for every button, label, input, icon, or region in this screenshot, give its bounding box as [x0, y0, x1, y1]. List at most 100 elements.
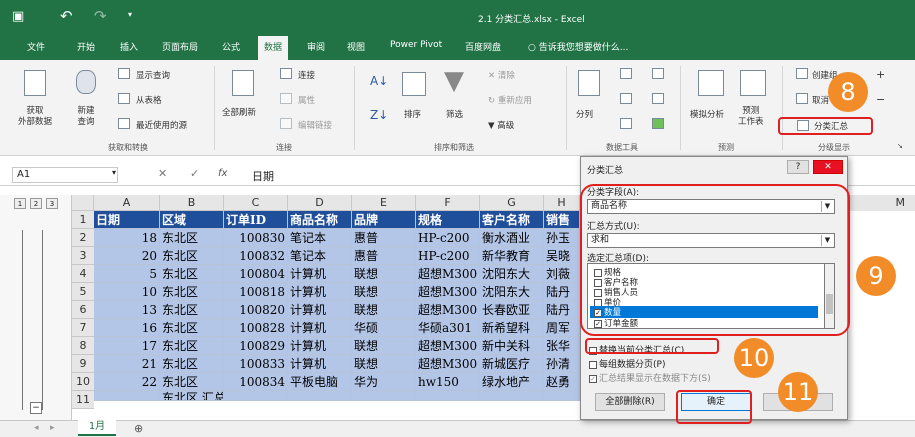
refresh-icon[interactable]	[232, 70, 254, 96]
table-cell[interactable]: 华为	[352, 373, 416, 391]
row-header[interactable]: 6	[72, 301, 94, 319]
table-cell[interactable]: 计算机	[288, 355, 352, 373]
tab-insert[interactable]: 插入	[120, 40, 138, 53]
table-cell[interactable]: 新城医疗	[480, 355, 544, 373]
table-cell[interactable]: 联想	[352, 265, 416, 283]
header-cell[interactable]: 日期	[94, 211, 160, 229]
table-cell[interactable]	[352, 391, 416, 401]
table-cell[interactable]	[288, 391, 352, 401]
flash-fill-icon[interactable]	[620, 68, 632, 79]
page-break-checkbox[interactable]: 每组数据分页(P)	[589, 357, 665, 370]
sort-button[interactable]: 排序	[404, 108, 421, 120]
what-if-analysis-button[interactable]: 模拟分析	[690, 108, 724, 120]
checkbox[interactable]	[589, 360, 597, 369]
table-cell[interactable]: 惠普	[352, 247, 416, 265]
table-cell[interactable]: 计算机	[288, 265, 352, 283]
row-header[interactable]: 2	[72, 229, 94, 247]
table-cell[interactable]: 18	[94, 229, 160, 247]
table-cell[interactable]	[544, 391, 580, 401]
remove-duplicates-icon[interactable]	[620, 93, 632, 104]
table-cell[interactable]: 联想	[352, 337, 416, 355]
summary-below-checkbox[interactable]: ✓ 汇总结果显示在数据下方(S)	[589, 371, 711, 384]
row-header[interactable]: 4	[72, 265, 94, 283]
table-cell[interactable]: 沈阳东大	[480, 283, 544, 301]
tab-formulas[interactable]: 公式	[222, 40, 240, 53]
column-header-b[interactable]: B	[160, 195, 224, 211]
header-cell[interactable]: 客户名称	[480, 211, 544, 229]
connections-button[interactable]: 连接	[298, 69, 315, 81]
get-external-data-icon[interactable]	[24, 70, 46, 96]
table-cell[interactable]: 超想M300	[416, 337, 480, 355]
database-icon[interactable]	[76, 70, 96, 94]
table-cell[interactable]: 计算机	[288, 337, 352, 355]
table-cell[interactable]: 100833	[224, 355, 288, 373]
show-queries-icon[interactable]	[118, 68, 130, 79]
row-header[interactable]: 7	[72, 319, 94, 337]
table-cell[interactable]: 20	[94, 247, 160, 265]
table-cell[interactable]: 东北区	[160, 283, 224, 301]
new-sheet-icon[interactable]: ⊕	[134, 422, 143, 435]
text-to-columns-icon[interactable]	[578, 70, 600, 96]
close-button[interactable]: ✕	[813, 160, 843, 174]
table-cell[interactable]: 东北区 汇总	[160, 391, 224, 401]
column-header-e[interactable]: E	[352, 195, 416, 211]
help-button[interactable]: ?	[787, 160, 809, 174]
table-cell[interactable]: 吴晓	[544, 247, 580, 265]
table-cell[interactable]: 绿水地产	[480, 373, 544, 391]
table-cell[interactable]: 新华教育	[480, 247, 544, 265]
table-cell[interactable]: 联想	[352, 355, 416, 373]
get-external-data-button[interactable]: 获取 外部数据	[10, 106, 60, 128]
table-cell[interactable]	[480, 391, 544, 401]
header-cell[interactable]: 规格	[416, 211, 480, 229]
table-cell[interactable]: 张华	[544, 337, 580, 355]
table-cell[interactable]: 东北区	[160, 301, 224, 319]
table-cell[interactable]: 笔记本	[288, 229, 352, 247]
table-cell[interactable]: 超想M300	[416, 265, 480, 283]
outline-level-1-button[interactable]: 1	[14, 198, 26, 209]
table-cell[interactable]: 赵勇	[544, 373, 580, 391]
enter-icon[interactable]: ✓	[190, 167, 199, 180]
table-cell[interactable]: 100829	[224, 337, 288, 355]
consolidate-icon[interactable]	[652, 68, 664, 79]
name-box-dropdown-icon[interactable]: ▾	[112, 168, 116, 177]
header-cell[interactable]: 商品名称	[288, 211, 352, 229]
collapse-group-button[interactable]: −	[30, 402, 42, 414]
scroll-left-icon[interactable]: ◂	[34, 423, 39, 433]
table-cell[interactable]: 刘薇	[544, 265, 580, 283]
column-header-g[interactable]: G	[480, 195, 544, 211]
table-cell[interactable]: HP-c200	[416, 229, 480, 247]
data-validation-icon[interactable]	[620, 118, 632, 129]
recent-sources-button[interactable]: 最近使用的源	[136, 119, 187, 131]
recent-sources-icon[interactable]	[118, 118, 130, 129]
tell-me-box[interactable]: ○ 告诉我您想要做什么...	[528, 40, 628, 53]
header-cell[interactable]: 销售	[544, 211, 580, 229]
properties-icon[interactable]	[280, 93, 292, 104]
tab-data[interactable]: 数据	[258, 36, 289, 60]
show-queries-button[interactable]: 显示查询	[136, 69, 170, 81]
relationships-icon[interactable]	[652, 93, 664, 104]
tab-page-layout[interactable]: 页面布局	[162, 40, 198, 53]
table-cell[interactable]: 100818	[224, 283, 288, 301]
table-cell[interactable]	[224, 391, 288, 401]
table-cell[interactable]: 东北区	[160, 265, 224, 283]
table-cell[interactable]: 计算机	[288, 301, 352, 319]
ungroup-button[interactable]: 取消	[812, 94, 829, 106]
customize-qat-icon[interactable]: ▾	[128, 10, 132, 19]
table-cell[interactable]: hw150	[416, 373, 480, 391]
insert-function-icon[interactable]: fx	[218, 168, 227, 179]
tab-baidu-netdisk[interactable]: 百度网盘	[465, 40, 501, 53]
hide-detail-icon[interactable]: −	[876, 93, 885, 106]
column-header-d[interactable]: D	[288, 195, 352, 211]
table-cell[interactable]: 东北区	[160, 373, 224, 391]
table-cell[interactable]: 联想	[352, 301, 416, 319]
sort-ascending-icon[interactable]: A↓	[370, 74, 388, 88]
edit-links-button[interactable]: 编辑链接	[298, 119, 332, 131]
table-cell[interactable]: HP-c200	[416, 247, 480, 265]
table-cell[interactable]: 22	[94, 373, 160, 391]
column-header-f[interactable]: F	[416, 195, 480, 211]
sort-descending-icon[interactable]: Z↓	[370, 108, 388, 122]
sheet-tab-1[interactable]: 1月	[78, 420, 116, 436]
scroll-right-icon[interactable]: ▸	[50, 423, 55, 433]
tab-view[interactable]: 视图	[347, 40, 365, 53]
table-cell[interactable]: 100804	[224, 265, 288, 283]
